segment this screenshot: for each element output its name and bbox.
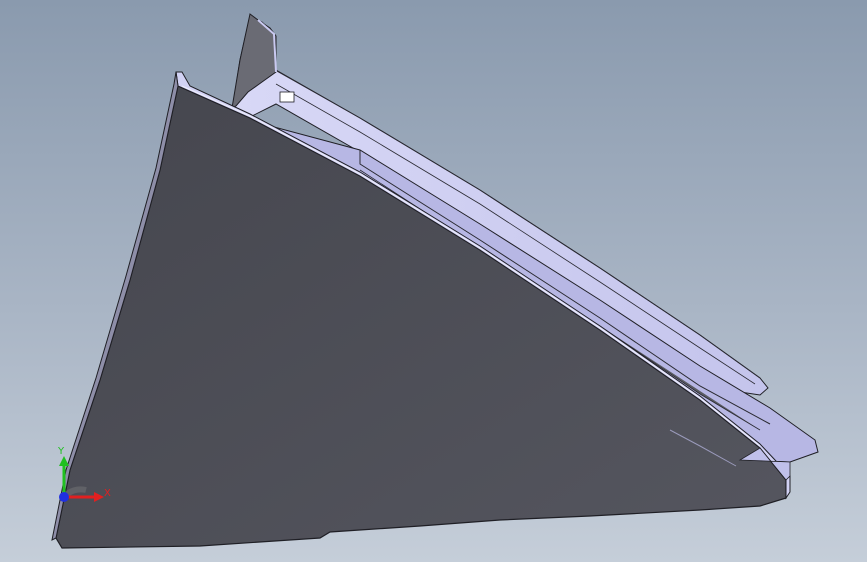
graphics-viewport[interactable]: Y X xyxy=(0,0,867,562)
z-axis-dot xyxy=(59,492,69,502)
x-axis-label: X xyxy=(104,488,111,499)
y-axis-label: Y xyxy=(57,446,65,457)
cad-model-view[interactable]: Y X xyxy=(0,0,867,562)
